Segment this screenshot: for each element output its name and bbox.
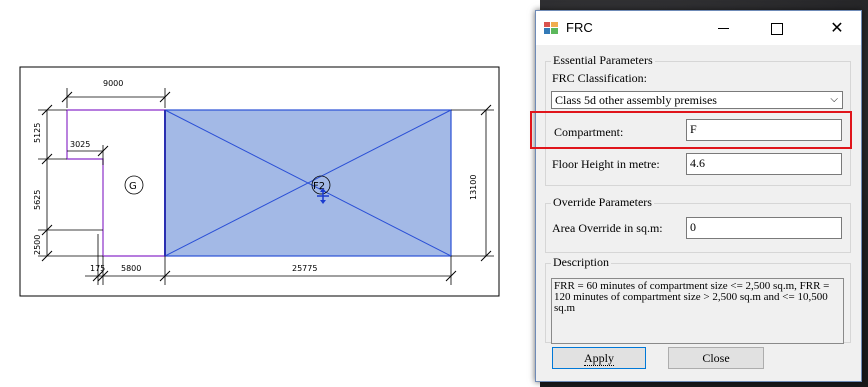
description-text: FRR = 60 minutes of compartment size <= … [551,278,844,344]
minimize-button[interactable] [700,11,746,45]
description-label: Description [551,255,611,270]
apply-button[interactable]: Apply [552,347,646,369]
close-window-button[interactable]: ✕ [814,11,860,45]
window-title: FRC [566,20,593,35]
dim-label-bottom-long: 25775 [292,264,317,273]
compartment-g-outline [66,109,166,257]
title-bar[interactable]: FRC ✕ [536,11,861,45]
app-window-icon [544,22,558,34]
dim-label-left-top: 5125 [33,123,42,143]
dim-label-bottom-small: 175 [90,264,105,273]
close-button-label: Close [702,351,730,365]
frc-dialog: FRC ✕ Essential Parameters FRC Classific… [530,10,862,382]
close-icon: ✕ [830,18,844,37]
floor-plan-drawing[interactable]: 9000 5125 5625 2500 3025 13100 175 5800 … [0,0,540,387]
close-button[interactable]: Close [668,347,764,369]
apply-button-label: Apply [584,351,614,366]
frc-classification-select[interactable]: Class 5d other assembly premises ⌵ [551,91,843,109]
maximize-button[interactable] [754,11,800,45]
compartment-input[interactable]: F [686,119,842,141]
frc-classification-label: FRC Classification: [552,71,648,85]
dim-label-left-mid: 5625 [33,190,42,210]
room-tag-g: G [129,181,137,192]
dim-label-bottom-mid: 5800 [121,264,141,273]
floor-height-label: Floor Height in metre: [552,157,660,171]
essential-parameters-label: Essential Parameters [551,53,655,68]
dim-label-top: 9000 [103,79,123,88]
maximize-icon [771,22,783,35]
area-override-input[interactable]: 0 [686,217,842,239]
floor-height-input[interactable]: 4.6 [686,153,842,175]
dim-label-inner-step: 3025 [70,140,90,149]
compartment-label: Compartment: [554,125,624,139]
frc-classification-value: Class 5d other assembly premises [555,93,717,107]
override-parameters-label: Override Parameters [551,195,654,210]
area-override-label: Area Override in sq.m: [552,221,663,235]
dim-label-left-bottom: 2500 [33,235,42,255]
drawing-canvas[interactable]: 9000 5125 5625 2500 3025 13100 175 5800 … [0,0,540,387]
dim-label-right: 13100 [469,175,478,200]
chevron-down-icon: ⌵ [830,94,838,105]
minimize-icon [717,28,729,29]
